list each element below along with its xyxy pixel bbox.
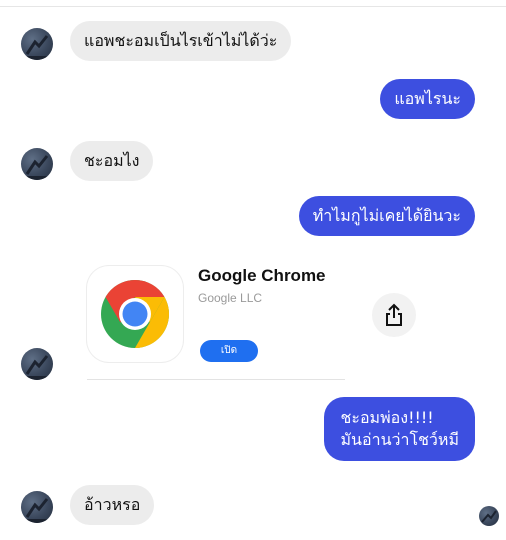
message-line: มันอ่านว่าโชว์หมี [340,430,459,449]
read-receipt-avatar [479,506,499,526]
chrome-logo-icon [87,266,183,362]
incoming-message: อ้าวหรอ [70,485,155,525]
contact-avatar[interactable] [21,491,53,523]
app-developer: Google LLC [198,291,263,305]
incoming-message: แอพชะอมเป็นไรเข้าไม่ได้ว่ะ [70,21,292,61]
card-divider [87,379,345,380]
open-app-button[interactable]: เปิด [200,340,258,362]
outgoing-message: แอพไรนะ [380,79,475,119]
contact-avatar[interactable] [21,28,53,60]
incoming-message: ชะอมไง [70,141,154,181]
message-line: ชะอมพ่อง!!!! [340,408,434,427]
contact-avatar[interactable] [21,348,53,380]
contact-avatar[interactable] [21,148,53,180]
outgoing-message: ทำไมกูไม่เคยได้ยินวะ [298,196,475,236]
share-button[interactable] [372,293,416,337]
outgoing-message: ชะอมพ่อง!!!! มันอ่านว่าโชว์หมี [324,397,475,461]
app-name: Google Chrome [198,266,326,285]
share-icon [386,303,402,326]
top-divider [0,6,506,7]
